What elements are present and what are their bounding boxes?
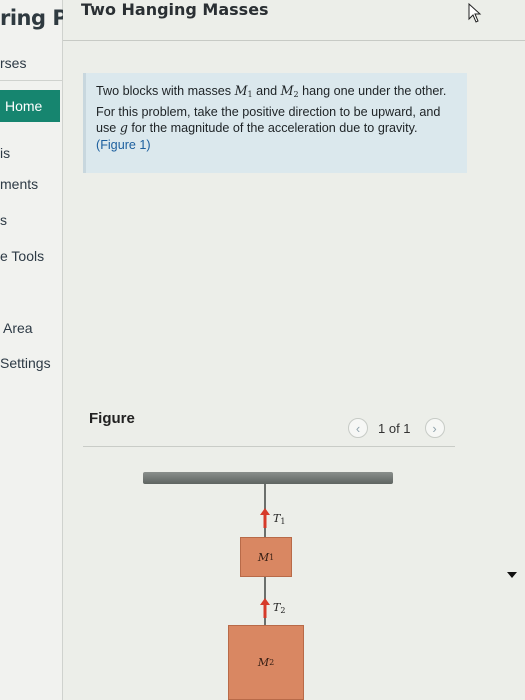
problem-text-1: Two blocks with masses: [96, 84, 235, 98]
sidebar-item-s[interactable]: s: [0, 212, 7, 228]
figure-divider: [83, 446, 455, 447]
tension-arrow-t2: [260, 598, 270, 618]
problem-statement: Two blocks with masses M1 and M2 hang on…: [83, 73, 467, 173]
chevron-left-icon[interactable]: ‹: [348, 418, 368, 438]
tension-label-t1: T1: [273, 512, 286, 526]
scroll-down-icon[interactable]: [507, 572, 517, 578]
problem-text-3: for the magnitude of the acceleration du…: [127, 121, 418, 135]
problem-text-and: and: [252, 84, 281, 98]
figure-page-indicator: 1 of 1: [378, 420, 411, 436]
mass-m2: M2: [280, 83, 299, 99]
page-title: Two Hanging Masses: [81, 0, 269, 19]
tension-arrow-t1: [260, 508, 270, 528]
gravity-symbol: g: [119, 120, 128, 135]
sidebar-item-area[interactable]: Area: [3, 320, 33, 336]
mouse-cursor-icon: [468, 2, 482, 23]
chevron-right-icon[interactable]: ›: [424, 418, 445, 438]
sidebar-item-items[interactable]: is: [0, 145, 10, 161]
sidebar-item-assignments[interactable]: ments: [0, 176, 38, 192]
sidebar-item-courses[interactable]: rses: [0, 55, 26, 71]
sidebar-item-settings[interactable]: Settings: [0, 355, 51, 371]
ceiling-support: [143, 472, 393, 484]
figure-link[interactable]: (Figure 1): [96, 138, 151, 152]
sidebar-item-tools[interactable]: e Tools: [0, 248, 44, 264]
figure-heading: Figure: [89, 410, 135, 427]
figure-pager: ‹ 1 of 1 ›: [348, 417, 445, 439]
sidebar-item-home[interactable]: Home: [0, 90, 60, 122]
block-m2: M2: [228, 625, 304, 700]
mass-m1: M1: [234, 83, 253, 99]
sidebar-divider: [0, 80, 62, 81]
block-m1: M1: [240, 537, 292, 577]
sidebar: ring Pl rses Home is ments s e Tools Are…: [0, 0, 74, 700]
main-content: Two Hanging Masses Two blocks with masse…: [63, 0, 525, 700]
header-divider: [63, 40, 525, 41]
tension-label-t2: T2: [273, 601, 286, 615]
